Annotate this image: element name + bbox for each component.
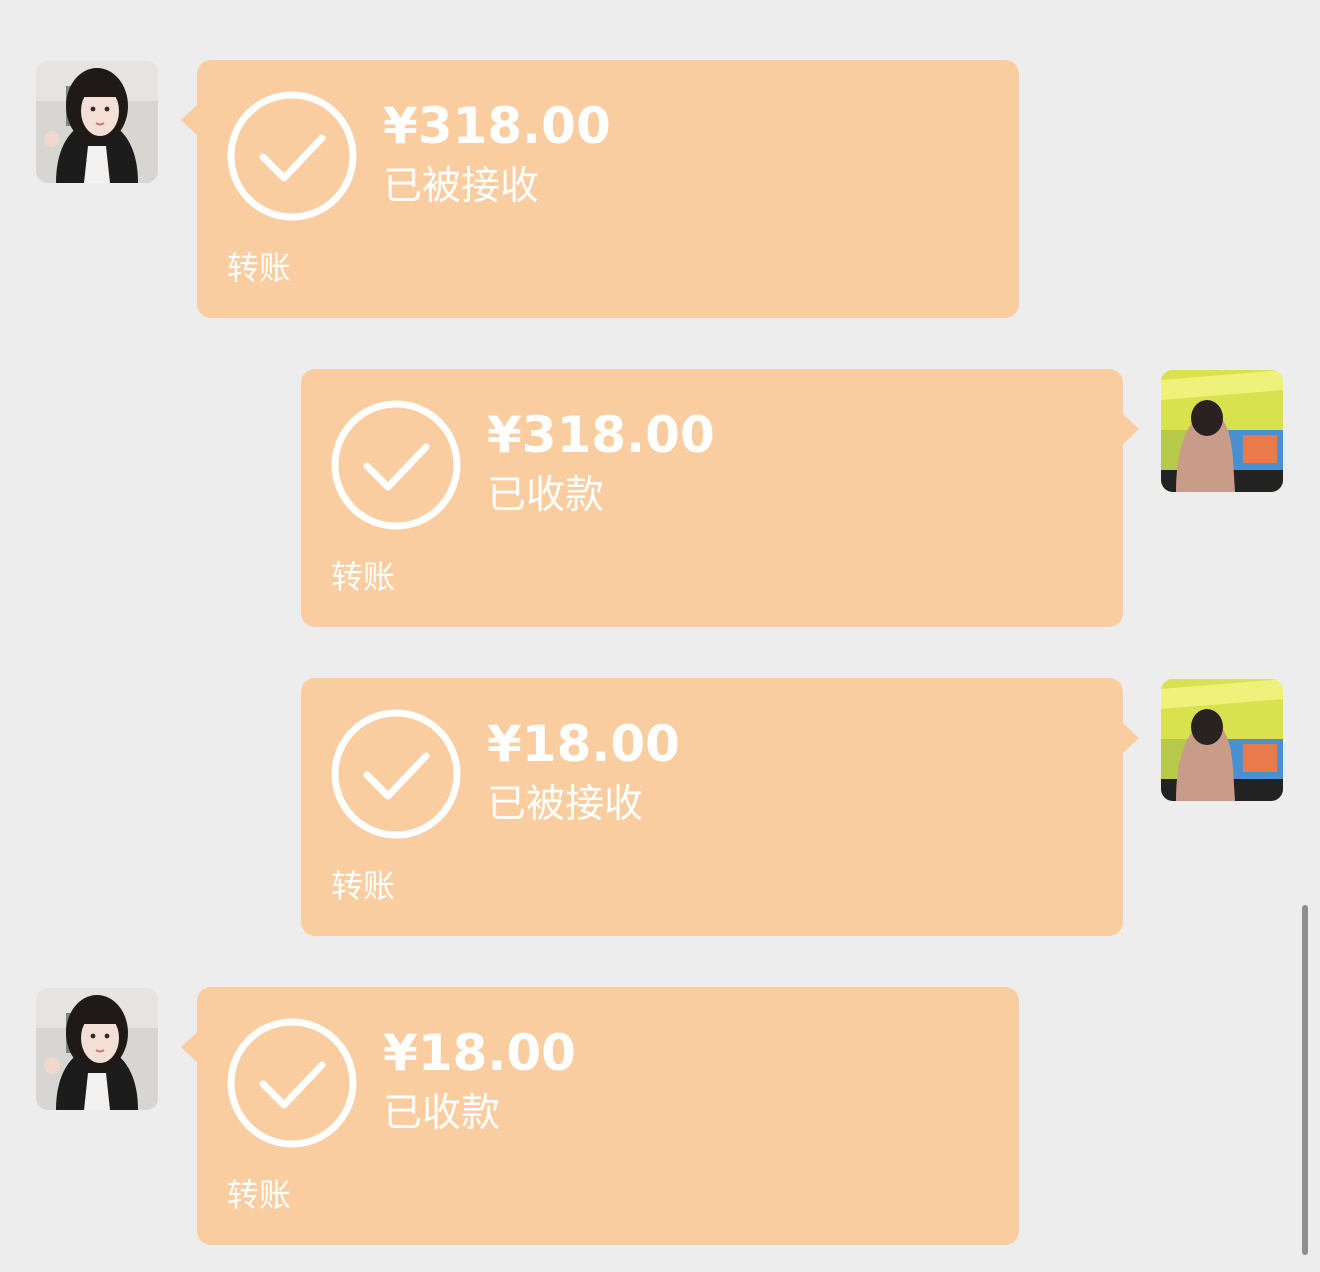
self-avatar[interactable] <box>1161 679 1283 801</box>
transfer-amount: ¥18.00 <box>383 1024 576 1082</box>
chat-message-list[interactable]: ¥318.00 已被接收 转账 ¥318.00 已收款 转账 ¥18.00 已被… <box>0 0 1320 1272</box>
contact-avatar[interactable] <box>36 61 158 183</box>
transfer-amount: ¥318.00 <box>487 406 715 464</box>
contact-avatar[interactable] <box>36 988 158 1110</box>
transfer-message-bubble[interactable]: ¥18.00 已收款 转账 <box>181 987 1019 1245</box>
transfer-type-label: 转账 <box>331 558 396 596</box>
transfer-message-bubble[interactable]: ¥318.00 已收款 转账 <box>301 369 1139 627</box>
self-avatar[interactable] <box>1161 370 1283 492</box>
check-circle-icon <box>227 91 357 221</box>
transfer-type-label: 转账 <box>331 867 396 905</box>
check-circle-icon <box>331 400 461 530</box>
transfer-type-label: 转账 <box>227 249 292 287</box>
bubble-tail <box>181 1031 198 1063</box>
transfer-amount: ¥318.00 <box>383 97 611 155</box>
check-circle-icon <box>227 1018 357 1148</box>
bubble-tail <box>1122 722 1139 754</box>
transfer-type-label: 转账 <box>227 1176 292 1214</box>
bubble-tail <box>1122 413 1139 445</box>
transfer-status: 已被接收 <box>487 782 644 827</box>
scrollbar[interactable] <box>1302 905 1308 1255</box>
transfer-status: 已被接收 <box>383 164 540 209</box>
transfer-message-bubble[interactable]: ¥318.00 已被接收 转账 <box>181 60 1019 318</box>
bubble-tail <box>181 104 198 136</box>
transfer-amount: ¥18.00 <box>487 715 680 773</box>
transfer-message-bubble[interactable]: ¥18.00 已被接收 转账 <box>301 678 1139 936</box>
check-circle-icon <box>331 709 461 839</box>
transfer-status: 已收款 <box>487 473 605 518</box>
transfer-status: 已收款 <box>383 1091 501 1136</box>
